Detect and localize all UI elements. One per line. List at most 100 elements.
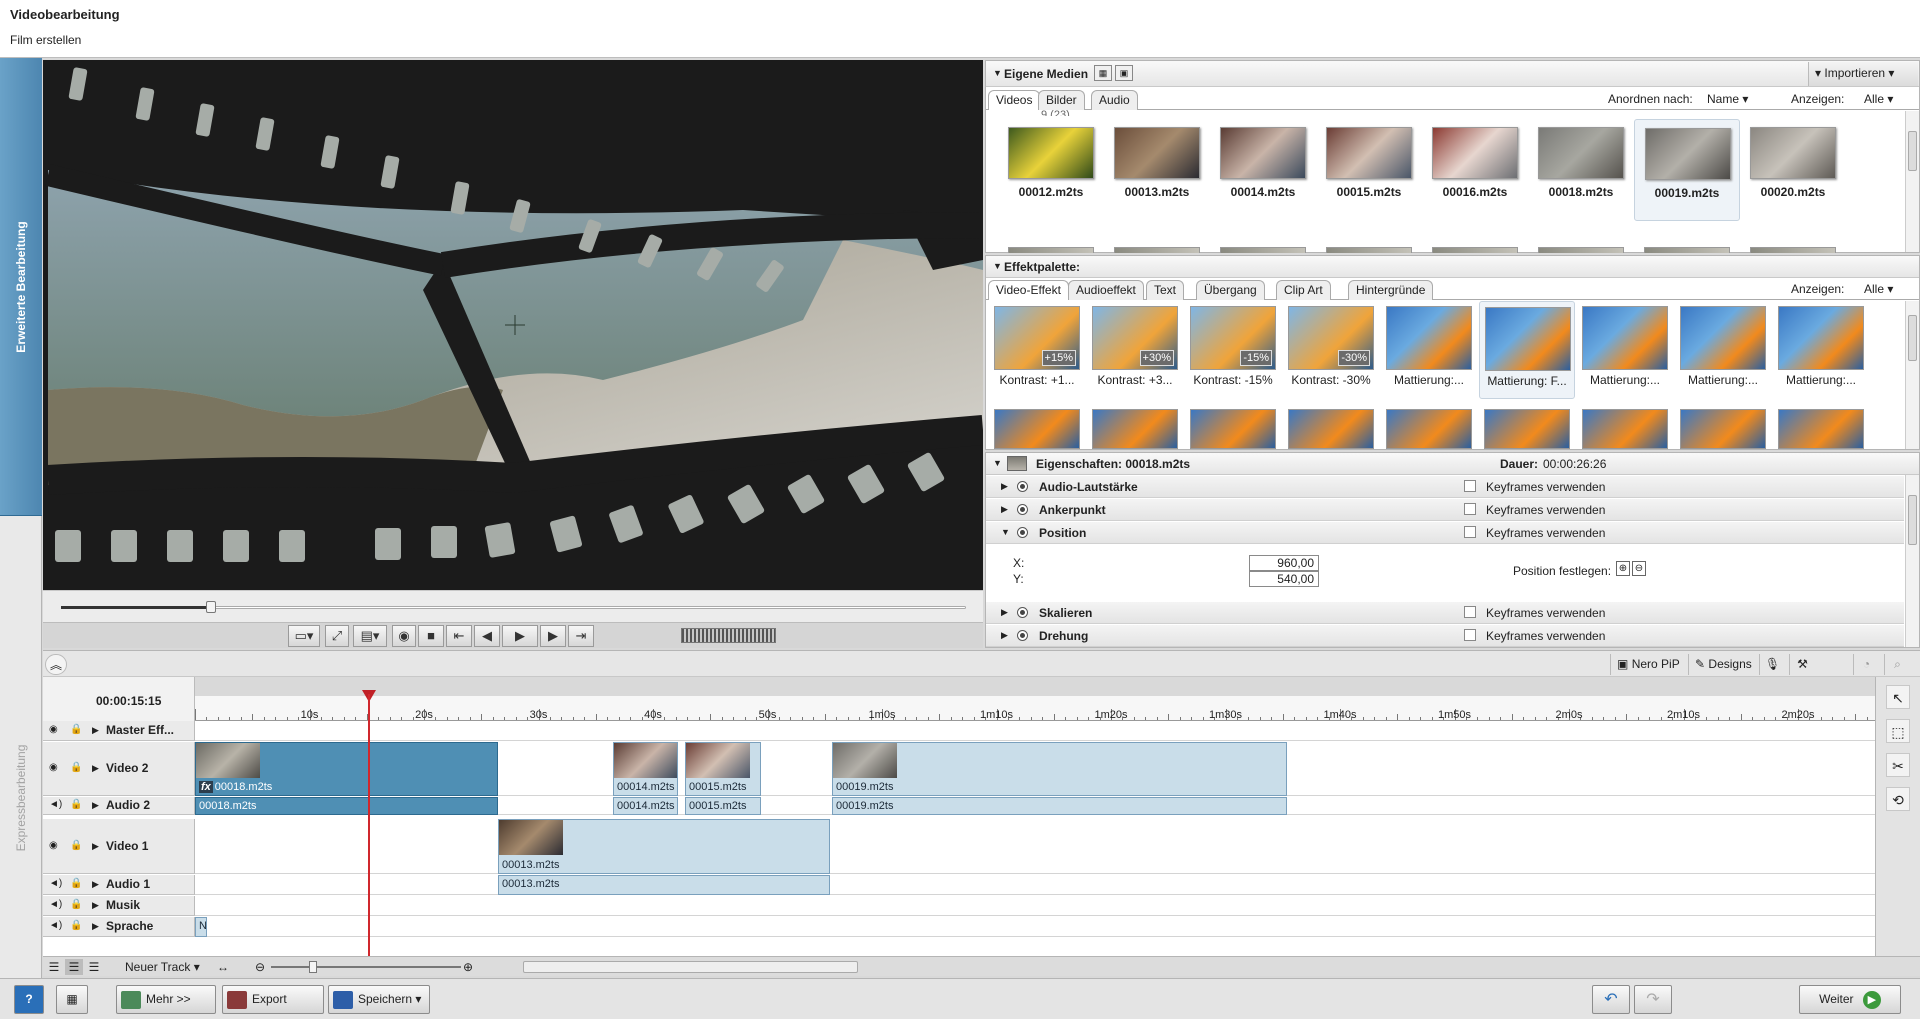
track-size-large-icon[interactable]: ☰	[85, 959, 103, 975]
media-item[interactable]: 00015.m2ts	[1316, 127, 1422, 199]
property-toggle-icon[interactable]	[1017, 607, 1028, 618]
media-item[interactable]: 00018.m2ts	[1528, 127, 1634, 199]
track-lane[interactable]	[195, 896, 1875, 916]
center-horizontal-icon[interactable]: ⊖	[1632, 561, 1646, 576]
property-row[interactable]: ▶ Skalieren Keyframes verwenden	[986, 602, 1904, 624]
lock-icon[interactable]: 🔒	[70, 899, 82, 910]
property-row[interactable]: ▶ Audio-Lautstärke Keyframes verwenden	[986, 476, 1904, 498]
property-row[interactable]: ▶ Drehung Keyframes verwenden	[986, 625, 1904, 647]
effect-tab-0[interactable]: Video-Effekt	[988, 280, 1069, 300]
track-lane[interactable]	[195, 917, 1875, 937]
ripple-icon[interactable]: ⟲	[1886, 787, 1910, 811]
next-button[interactable]: Weiter ▶	[1799, 985, 1901, 1014]
previous-frame-icon[interactable]: ◀	[474, 625, 500, 647]
effect-item[interactable]: -30% Kontrast: -30%	[1283, 306, 1379, 394]
microphone-icon[interactable]: 🎙	[1759, 654, 1785, 675]
nero-pip-button[interactable]: ▣ Nero PiP	[1610, 654, 1680, 675]
property-toggle-icon[interactable]	[1017, 630, 1028, 641]
track-size-medium-icon[interactable]: ☰	[65, 959, 83, 975]
track-expand-icon[interactable]: ▶	[92, 763, 99, 774]
keyframes-checkbox[interactable]	[1464, 503, 1476, 515]
expand-arrow-icon[interactable]: ▶	[1001, 607, 1008, 618]
monitor-mode-icon[interactable]: ▭▾	[288, 625, 320, 647]
media-item[interactable]: 00019.m2ts	[1634, 119, 1740, 221]
effects-scroll-thumb[interactable]	[1908, 315, 1917, 361]
timeline-clip[interactable]: 00013.m2ts	[498, 875, 830, 895]
expand-arrow-icon[interactable]: ▶	[1001, 504, 1008, 515]
more-button[interactable]: Mehr >>	[116, 985, 216, 1014]
media-scroll-thumb[interactable]	[1908, 131, 1917, 171]
play-icon[interactable]: ▶	[502, 625, 538, 647]
grid-view-icon[interactable]: ▦	[1094, 65, 1112, 81]
track-expand-icon[interactable]: ▶	[92, 800, 99, 811]
track-header[interactable]: ◄) 🔒 ▶ Sprache	[43, 917, 195, 937]
effect-item[interactable]: Mattierung:...	[1675, 306, 1771, 394]
clock-icon[interactable]: ◔	[1853, 654, 1879, 675]
playhead[interactable]	[368, 694, 370, 956]
track-expand-icon[interactable]: ▶	[92, 879, 99, 890]
effects-scrollbar[interactable]	[1905, 301, 1919, 449]
fullscreen-icon[interactable]: ⤢	[325, 625, 349, 647]
timeline-clip[interactable]: 00015.m2ts	[685, 742, 761, 796]
zoom-slider[interactable]	[271, 966, 461, 968]
tab-audio[interactable]: Audio	[1091, 90, 1138, 110]
go-to-start-icon[interactable]: ⇤	[446, 625, 472, 647]
redo-icon[interactable]: ↷	[1634, 985, 1672, 1014]
keyframes-checkbox[interactable]	[1464, 526, 1476, 538]
effect-item[interactable]: Mattierung:...	[1577, 306, 1673, 394]
track-lane[interactable]	[195, 721, 1875, 741]
show-select[interactable]: Alle ▾	[1864, 92, 1893, 106]
property-toggle-icon[interactable]	[1017, 504, 1028, 515]
track-expand-icon[interactable]: ▶	[92, 841, 99, 852]
track-header[interactable]: ◉ 🔒 ▶ Video 1	[43, 819, 195, 874]
track-header[interactable]: ◄) 🔒 ▶ Musik	[43, 896, 195, 916]
detail-view-icon[interactable]: ▣	[1115, 65, 1133, 81]
lock-icon[interactable]: 🔒	[70, 724, 82, 735]
zoom-icon[interactable]: ⌕	[1884, 654, 1910, 675]
undo-icon[interactable]: ↶	[1592, 985, 1630, 1014]
expand-arrow-icon[interactable]: ▶	[1001, 630, 1008, 641]
help-icon[interactable]: ?	[14, 985, 44, 1014]
collapse-arrow-icon[interactable]: ▼	[993, 68, 1002, 78]
timeline-horizontal-scrollbar[interactable]	[523, 961, 858, 973]
zoom-slider-handle[interactable]	[309, 961, 317, 973]
tab-videos[interactable]: Videos	[988, 90, 1041, 110]
jog-shuttle[interactable]	[681, 628, 776, 643]
mode-advanced-tab[interactable]: Erweiterte Bearbeitung	[0, 58, 42, 516]
lock-icon[interactable]: 🔒	[70, 840, 82, 851]
position-y-field[interactable]: 540,00	[1249, 571, 1319, 587]
lock-icon[interactable]: 🔒	[70, 920, 82, 931]
timeline-ruler[interactable]: 10s 20s 30s 40s 50s 1m0s 1m10s 1m20s 1m30s 1m40s 1…	[195, 696, 1875, 721]
effect-tab-2[interactable]: Text	[1146, 280, 1185, 300]
expand-arrow-icon[interactable]: ▼	[1001, 527, 1010, 537]
track-header[interactable]: ◄) 🔒 ▶ Audio 1	[43, 875, 195, 895]
effect-tab-3[interactable]: Übergang	[1196, 280, 1265, 300]
new-track-dropdown[interactable]: Neuer Track ▾	[125, 959, 200, 975]
property-row[interactable]: ▶ Ankerpunkt Keyframes verwenden	[986, 499, 1904, 521]
track-header[interactable]: ◄) 🔒 ▶ Audio 2	[43, 797, 195, 815]
collapse-up-icon[interactable]: ︽	[45, 654, 67, 675]
media-item[interactable]: 00012.m2ts	[998, 127, 1104, 199]
track-header[interactable]: ◉ 🔒 ▶ Master Eff...	[43, 721, 195, 741]
preview-scrubber[interactable]	[43, 590, 983, 622]
effects-show-select[interactable]: Alle ▾	[1864, 282, 1893, 296]
effect-item[interactable]: Mattierung:...	[1381, 306, 1477, 394]
timeline-clip[interactable]: 00014.m2ts	[613, 742, 678, 796]
scissors-icon[interactable]: ✂	[1886, 753, 1910, 777]
collapse-arrow-icon[interactable]: ▼	[993, 458, 1002, 468]
zoom-in-icon[interactable]: ⊕	[463, 959, 473, 975]
track-lane[interactable]	[195, 875, 1875, 895]
export-button[interactable]: Export	[222, 985, 324, 1014]
effect-tab-4[interactable]: Clip Art	[1276, 280, 1331, 300]
timeline-clip[interactable]: 00018.m2ts	[195, 797, 498, 815]
timeline-clip[interactable]: fx 00018.m2ts	[195, 742, 498, 796]
property-toggle-icon[interactable]	[1017, 527, 1028, 538]
media-item[interactable]: 00014.m2ts	[1210, 127, 1316, 199]
import-button[interactable]: ▾ Importieren ▾	[1808, 62, 1918, 86]
zoom-out-icon[interactable]: ⊖	[255, 959, 265, 975]
media-item[interactable]: 00016.m2ts	[1422, 127, 1528, 199]
timeline-clip[interactable]: N	[195, 917, 207, 937]
keyframes-checkbox[interactable]	[1464, 606, 1476, 618]
timeline-clip[interactable]: 00019.m2ts	[832, 742, 1287, 796]
cursor-icon[interactable]: ↖	[1886, 685, 1910, 709]
